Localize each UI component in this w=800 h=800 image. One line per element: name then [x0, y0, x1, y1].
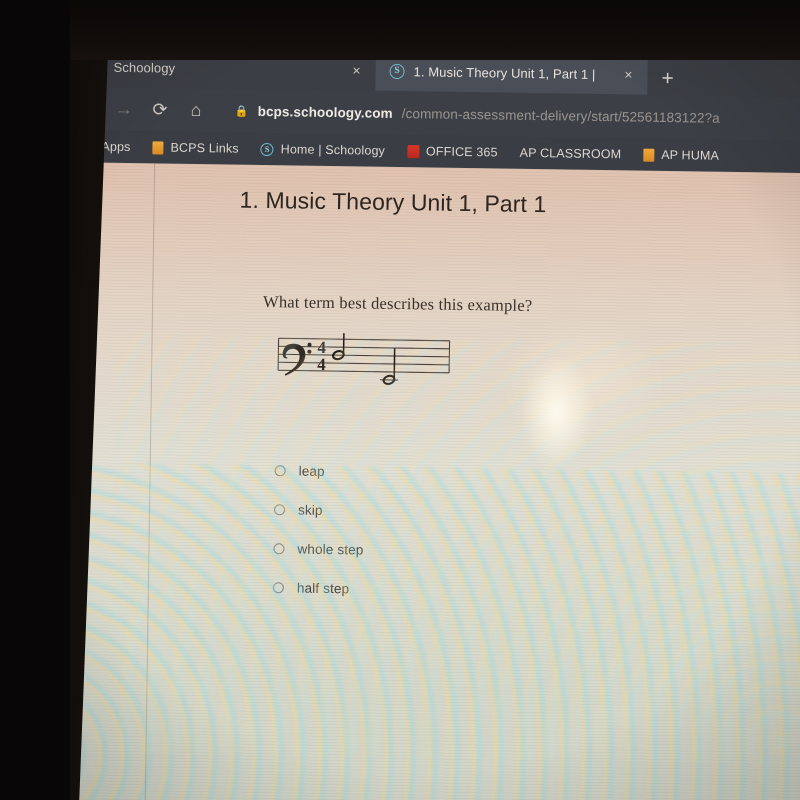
radio-button-icon[interactable]: [273, 504, 286, 516]
radio-button-icon[interactable]: [273, 543, 285, 555]
home-icon[interactable]: ⌂: [179, 93, 214, 128]
bookmark-label: Apps: [101, 139, 131, 155]
option-label: half step: [296, 580, 350, 597]
bookmark-home-schoology[interactable]: S Home | Schoology: [250, 136, 397, 164]
bookmark-label: Home | Schoology: [280, 142, 386, 158]
bookmark-label: BCPS Links: [170, 140, 239, 156]
assessment-content: 1. Music Theory Unit 1, Part 1 What term…: [145, 163, 800, 800]
time-signature: 4 4: [317, 338, 327, 374]
radio-button-icon[interactable]: [274, 465, 286, 477]
url-host: bcps.schoology.com: [257, 103, 393, 121]
option-label: skip: [297, 502, 323, 518]
screen-bezel-left-shadow: [0, 0, 70, 800]
screen-bezel-top: [0, 0, 800, 60]
bookmark-bcps-links[interactable]: BCPS Links: [141, 134, 250, 162]
music-notation-example: 4 4: [276, 329, 800, 407]
photo-of-laptop-screen: S Schoology × S 1. Music Theory Unit 1, …: [0, 0, 800, 800]
folder-icon: [643, 148, 655, 162]
option-half-step[interactable]: half step: [272, 568, 800, 615]
forward-icon[interactable]: →: [107, 92, 142, 127]
question-text: What term best describes this example?: [263, 292, 533, 316]
schoology-favicon-icon: S: [260, 142, 274, 156]
time-signature-bottom: 4: [317, 355, 326, 374]
music-staff-svg: 4 4: [277, 329, 451, 385]
folder-icon: [152, 140, 164, 155]
bookmark-ap-human[interactable]: AP HUMA: [632, 141, 730, 168]
bookmark-ap-classroom[interactable]: AP CLASSROOM: [508, 140, 632, 168]
half-note-1: [332, 329, 345, 361]
page-content: 1. Music Theory Unit 1, Part 1 What term…: [50, 161, 800, 800]
lock-icon: 🔒: [234, 105, 249, 118]
option-label: leap: [298, 463, 325, 479]
office365-icon: [406, 144, 420, 158]
page-title: 1. Music Theory Unit 1, Part 1: [239, 186, 547, 218]
tab-title: 1. Music Theory Unit 1, Part 1 |: [413, 63, 596, 82]
bookmark-label: OFFICE 365: [425, 144, 498, 160]
bookmark-office-365[interactable]: OFFICE 365: [396, 138, 509, 166]
option-label: whole step: [297, 541, 364, 558]
half-note-2: [379, 347, 399, 385]
schoology-favicon-icon: S: [389, 63, 405, 79]
answer-options: leap skip whole step half step: [272, 451, 800, 615]
bookmark-label: AP HUMA: [661, 147, 720, 163]
new-tab-button[interactable]: +: [647, 67, 686, 96]
reload-icon[interactable]: ⟳: [143, 92, 178, 127]
close-icon[interactable]: ×: [347, 61, 365, 79]
laptop-screen: S Schoology × S 1. Music Theory Unit 1, …: [50, 40, 800, 800]
bookmark-label: AP CLASSROOM: [519, 145, 622, 162]
radio-button-icon[interactable]: [272, 582, 284, 594]
address-bar[interactable]: 🔒 bcps.schoology.com /common-assessment-…: [223, 95, 800, 134]
close-icon[interactable]: ×: [619, 65, 637, 83]
url-path: /common-assessment-delivery/start/525611…: [401, 105, 720, 126]
tab-title: Schoology: [113, 59, 176, 76]
